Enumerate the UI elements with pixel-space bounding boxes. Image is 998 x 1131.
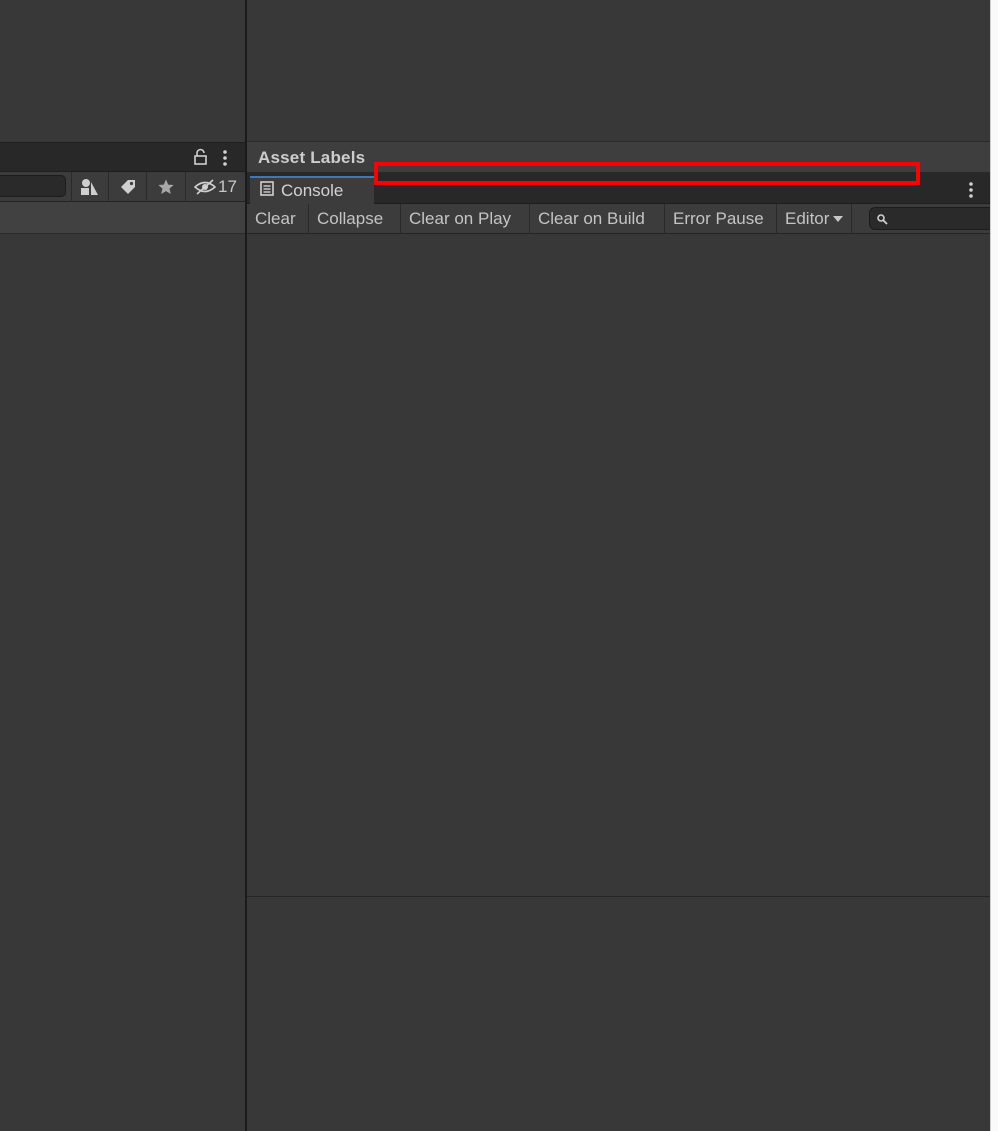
collapse-button[interactable]: Collapse — [309, 204, 401, 234]
console-log-area[interactable] — [247, 234, 990, 897]
console-tab-label: Console — [281, 181, 344, 200]
search-icon — [877, 212, 888, 230]
hidden-count-label: 17 — [218, 177, 237, 196]
editor-dropdown-label: Editor — [785, 209, 830, 228]
search-by-label-button[interactable] — [108, 172, 146, 202]
console-detail-area[interactable] — [247, 897, 990, 1131]
project-breadcrumb-bar — [0, 202, 245, 234]
search-by-type-icon — [80, 178, 100, 196]
inspector-content-area — [247, 0, 990, 142]
tab-console[interactable]: Console — [250, 176, 374, 204]
chevron-down-icon — [833, 216, 844, 222]
asset-labels-title: Asset Labels — [258, 148, 366, 167]
menu-dots-icon[interactable] — [222, 149, 228, 172]
visibility-eye-icon — [194, 178, 217, 196]
left-upper-panel — [0, 0, 245, 142]
console-search-input[interactable] — [869, 207, 998, 230]
editor-dropdown[interactable]: Editor — [777, 204, 852, 234]
hidden-packages-toggle[interactable]: 17 — [185, 172, 245, 202]
search-by-type-button[interactable] — [71, 172, 108, 202]
clear-button[interactable]: Clear — [247, 204, 309, 234]
window-edge — [990, 0, 998, 1131]
menu-dots-icon[interactable] — [968, 181, 974, 204]
favorite-star-icon — [157, 178, 175, 196]
highlight-box — [374, 162, 920, 185]
console-icon — [260, 181, 274, 201]
project-search-input[interactable] — [0, 175, 66, 197]
clear-on-play-button[interactable]: Clear on Play — [401, 204, 530, 234]
project-content-area[interactable] — [0, 234, 245, 1131]
label-tag-icon — [119, 178, 137, 196]
clear-on-build-button[interactable]: Clear on Build — [530, 204, 665, 234]
favorites-button[interactable] — [146, 172, 185, 202]
error-pause-button[interactable]: Error Pause — [665, 204, 777, 234]
lock-icon[interactable] — [193, 148, 209, 171]
